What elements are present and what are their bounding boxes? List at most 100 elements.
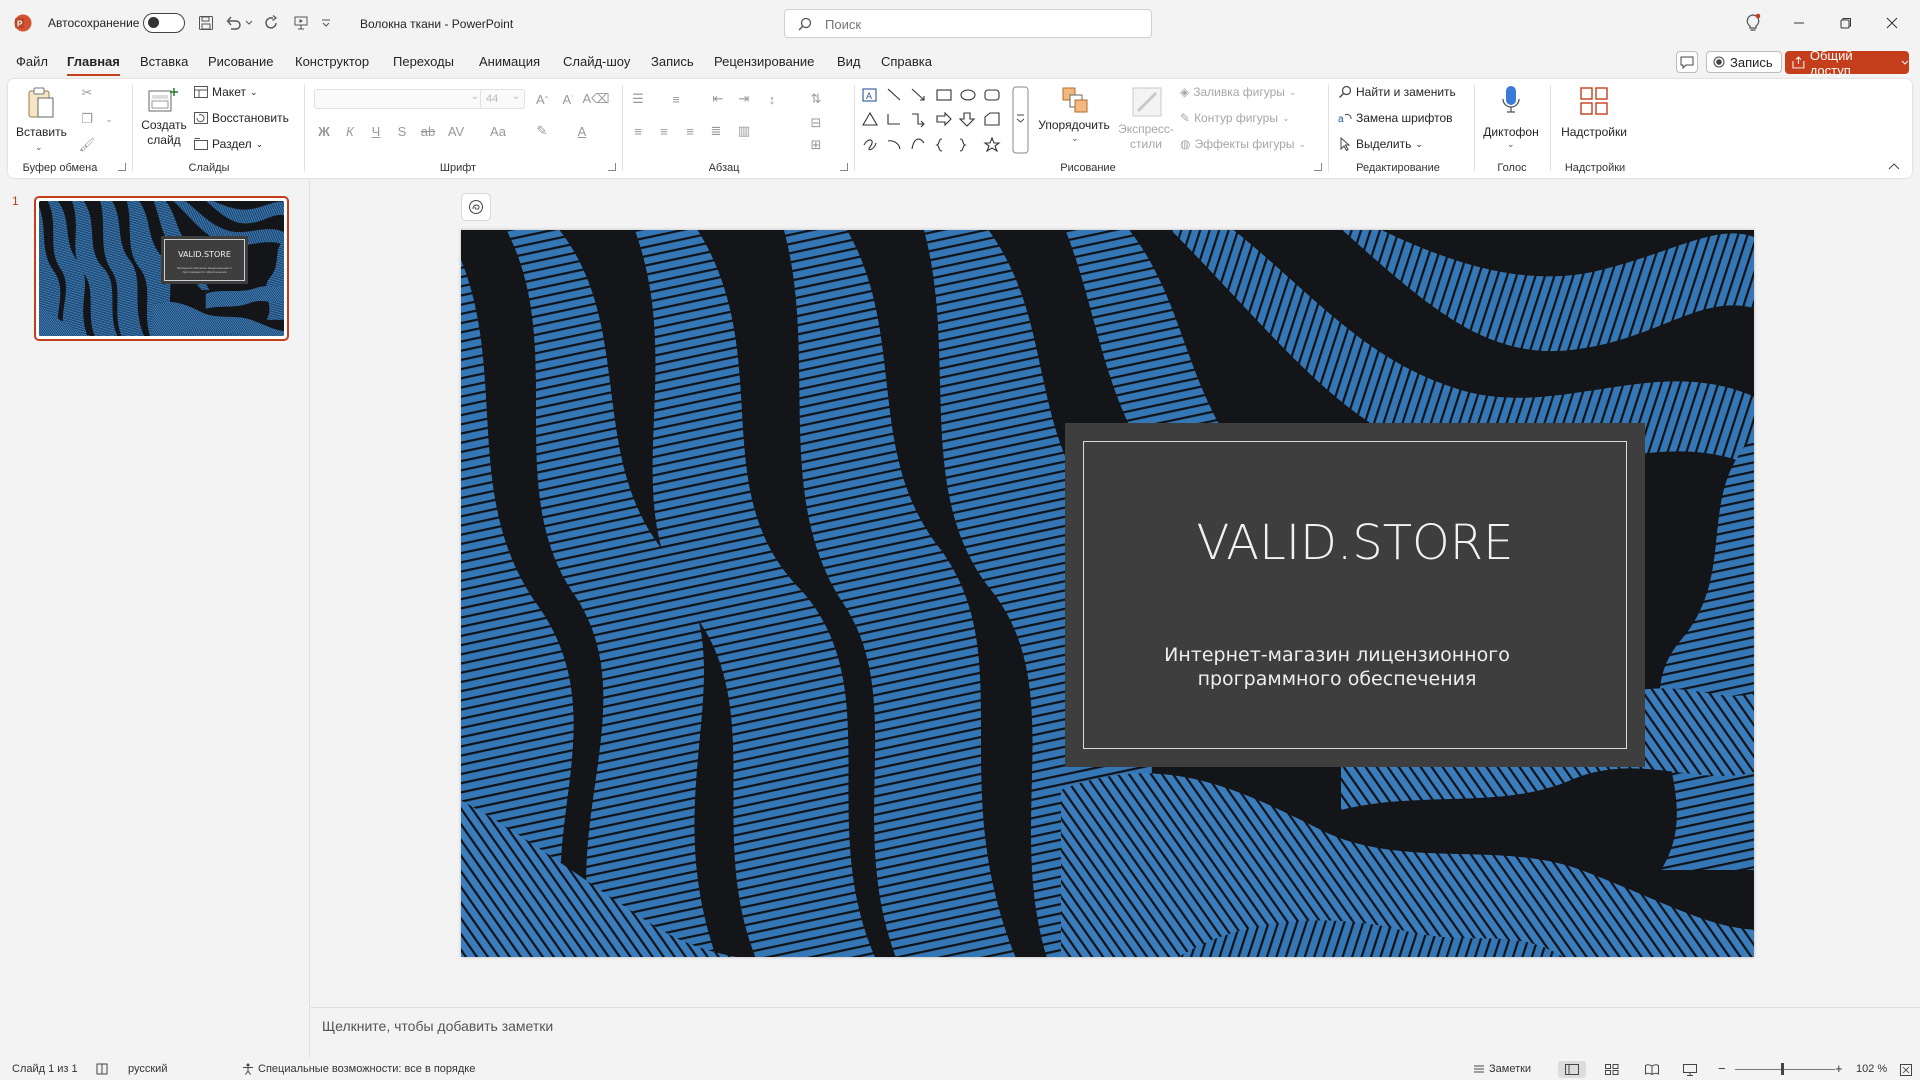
layout-button[interactable]: Макет ⌄ <box>194 85 258 99</box>
addins-button[interactable]: Надстройки <box>1556 83 1632 157</box>
dictate-button[interactable]: Диктофон ⌄ <box>1478 83 1544 157</box>
tab-insert[interactable]: Вставка <box>140 54 188 69</box>
tab-transitions[interactable]: Переходы <box>393 54 454 69</box>
shape-fill-button[interactable]: ◈ Заливка фигуры ⌄ <box>1180 85 1296 99</box>
notes-pane[interactable]: Щелкните, чтобы добавить заметки <box>311 1007 1920 1058</box>
slide-title[interactable]: VALID.STORE <box>1065 515 1645 571</box>
change-case-icon[interactable]: Aa <box>490 123 506 139</box>
font-color-icon[interactable]: A <box>574 123 590 139</box>
font-name-combo[interactable] <box>314 89 484 109</box>
language-indicator[interactable]: русский <box>128 1063 167 1075</box>
shapes-gallery[interactable]: A <box>860 85 1030 157</box>
collapse-ribbon-icon[interactable] <box>1888 159 1902 173</box>
zoom-level[interactable]: 102 % <box>1856 1063 1887 1075</box>
decrease-font-icon[interactable]: Aˇ <box>560 91 576 107</box>
reset-button[interactable]: Восстановить <box>194 111 289 125</box>
restore-icon[interactable] <box>1835 12 1857 34</box>
spellcheck-icon[interactable] <box>96 1063 108 1075</box>
tab-file[interactable]: Файл <box>16 54 48 69</box>
tab-help[interactable]: Справка <box>881 54 932 69</box>
undo-dropdown-icon[interactable] <box>244 13 254 33</box>
tab-review[interactable]: Рецензирование <box>714 54 814 69</box>
comments-button[interactable] <box>1676 51 1698 73</box>
shape-effects-button[interactable]: ◍ Эффекты фигуры ⌄ <box>1180 137 1306 151</box>
format-painter-icon[interactable]: 🖌 <box>79 137 96 153</box>
find-replace-button[interactable]: Найти и заменить <box>1338 85 1456 99</box>
replace-fonts-button[interactable]: a Замена шрифтов <box>1338 111 1453 125</box>
slide-thumbnail[interactable]: VALID.STORE Интернет-магазин лицензионно… <box>34 196 289 341</box>
search-input[interactable] <box>825 15 1125 33</box>
slideshow-view-icon[interactable] <box>1676 1061 1704 1078</box>
clipboard-launcher-icon[interactable] <box>118 163 126 171</box>
customize-toolbar-icon[interactable] <box>320 13 332 33</box>
record-button[interactable]: Запись <box>1706 51 1782 73</box>
underline-icon[interactable]: Ч <box>368 123 384 139</box>
increase-font-icon[interactable]: A ^ <box>534 91 550 107</box>
align-center-icon[interactable]: ≡ <box>656 123 672 139</box>
bullets-icon[interactable]: ☰ <box>630 91 646 107</box>
italic-icon[interactable]: К <box>342 123 358 139</box>
slide-sorter-view-icon[interactable] <box>1598 1061 1626 1078</box>
text-direction-icon[interactable]: ⇅ <box>808 91 824 107</box>
arrange-button[interactable]: Упорядочить ⌄ <box>1036 85 1112 157</box>
increase-indent-icon[interactable]: ⇥ <box>736 91 752 107</box>
redo-icon[interactable] <box>262 13 282 33</box>
columns-icon[interactable]: ▥ <box>736 123 752 139</box>
tab-design[interactable]: Конструктор <box>295 54 369 69</box>
section-button[interactable]: Раздел ⌄ <box>194 137 263 151</box>
strikethrough-icon[interactable]: ab <box>420 123 436 139</box>
paragraph-launcher-icon[interactable] <box>840 163 848 171</box>
share-button[interactable]: Общий доступ <box>1785 48 1909 78</box>
tab-record[interactable]: Запись <box>651 54 694 69</box>
tab-draw[interactable]: Рисование <box>208 54 273 69</box>
justify-icon[interactable]: ≣ <box>708 123 724 139</box>
line-spacing-icon[interactable]: ↕ <box>764 91 780 107</box>
save-icon[interactable] <box>196 13 216 33</box>
tab-slideshow[interactable]: Слайд-шоу <box>563 54 630 69</box>
shape-outline-button[interactable]: ✎ Контур фигуры ⌄ <box>1180 111 1290 125</box>
quick-styles-button[interactable]: Экспресс-стили <box>1114 85 1178 157</box>
new-slide-button[interactable]: Создать слайд <box>141 85 187 157</box>
presentation-from-start-icon[interactable] <box>291 13 311 33</box>
accessibility-status[interactable]: Специальные возможности: все в порядке <box>242 1063 475 1075</box>
paste-button[interactable]: Вставить ⌄ <box>16 85 67 155</box>
copy-dropdown-icon[interactable]: ⌄ <box>101 111 117 127</box>
undo-icon[interactable] <box>224 13 244 33</box>
normal-view-icon[interactable] <box>1558 1061 1586 1078</box>
select-button[interactable]: Выделить ⌄ <box>1338 137 1423 151</box>
tab-animations[interactable]: Анимация <box>479 54 540 69</box>
search-box[interactable] <box>784 9 1152 38</box>
slide-canvas[interactable]: VALID.STORE Интернет-магазин лицензионно… <box>461 230 1754 957</box>
align-right-icon[interactable]: ≡ <box>682 123 698 139</box>
notes-toggle-button[interactable]: Заметки <box>1473 1063 1531 1075</box>
zoom-out-icon[interactable]: − <box>1718 1061 1726 1076</box>
zoom-slider-thumb[interactable] <box>1781 1063 1784 1075</box>
font-size-combo[interactable]: 44 <box>480 89 525 109</box>
zoom-slider[interactable] <box>1735 1069 1835 1070</box>
designer-button[interactable] <box>461 193 491 221</box>
smartart-icon[interactable]: ⊞ <box>808 137 824 153</box>
drawing-launcher-icon[interactable] <box>1314 163 1322 171</box>
copy-icon[interactable]: ❐ <box>79 111 95 127</box>
close-icon[interactable] <box>1881 12 1903 34</box>
cut-icon[interactable]: ✂ <box>79 85 95 101</box>
align-text-icon[interactable]: ⊟ <box>808 115 824 131</box>
fit-to-window-icon[interactable] <box>1892 1061 1920 1078</box>
autosave-toggle[interactable] <box>143 13 185 33</box>
minimize-icon[interactable] <box>1788 12 1810 34</box>
clear-formatting-icon[interactable]: A⌫ <box>582 91 609 107</box>
align-left-icon[interactable]: ≡ <box>630 123 646 139</box>
font-launcher-icon[interactable] <box>608 163 616 171</box>
bold-icon[interactable]: Ж <box>316 123 332 139</box>
character-spacing-icon[interactable]: AV <box>448 123 464 139</box>
tab-view[interactable]: Вид <box>837 54 861 69</box>
decrease-indent-icon[interactable]: ⇤ <box>710 91 726 107</box>
tab-home[interactable]: Главная <box>67 54 120 76</box>
numbering-icon[interactable]: ≡ <box>668 91 684 107</box>
highlight-color-icon[interactable]: ✎ <box>534 123 550 139</box>
copilot-lightbulb-icon[interactable] <box>1742 12 1764 34</box>
shadow-icon[interactable]: S <box>394 123 410 139</box>
reading-view-icon[interactable] <box>1638 1061 1666 1078</box>
slide-subtitle[interactable]: Интернет-магазин лицензионного программн… <box>1105 643 1569 691</box>
zoom-in-icon[interactable]: + <box>1835 1061 1843 1076</box>
